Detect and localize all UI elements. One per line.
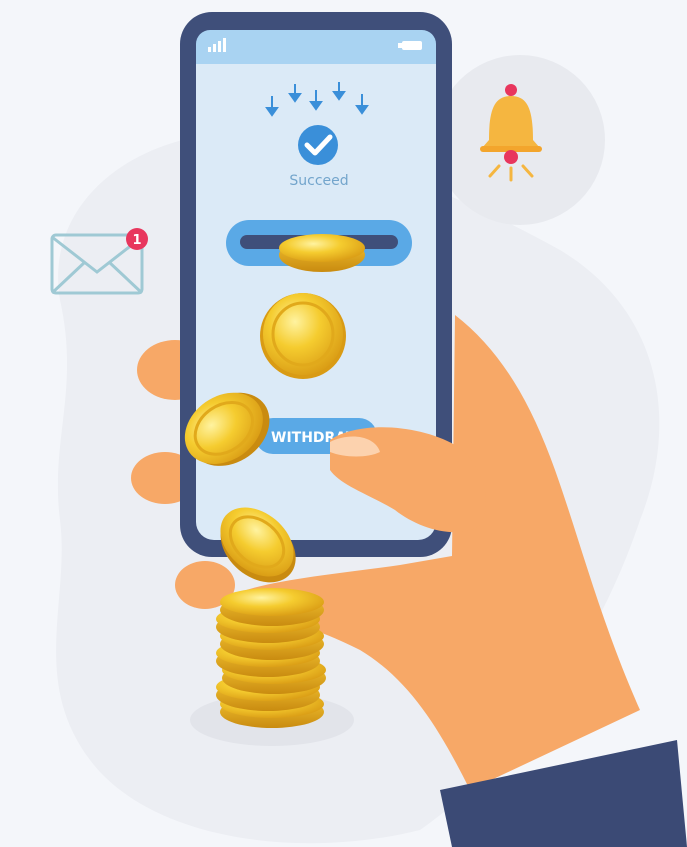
withdraw-illustration: 1 Succeed WITHDRAW: [50, 12, 687, 847]
badge-count: 1: [132, 233, 141, 248]
status-label: Succeed: [289, 173, 348, 189]
coin: [260, 293, 346, 379]
notification-badge: 1: [126, 228, 148, 250]
coin-in-slot: [279, 234, 365, 272]
checkmark-icon: [298, 125, 338, 165]
